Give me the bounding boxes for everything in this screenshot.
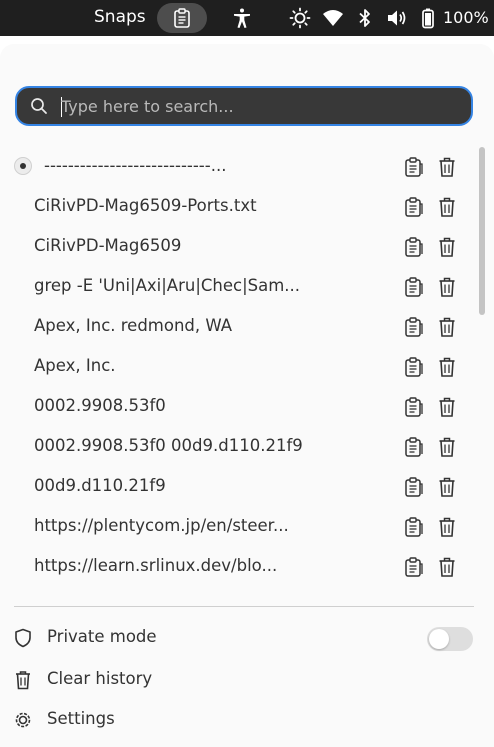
history-item[interactable]: CiRivPD-Mag6509 [0, 227, 480, 267]
copy-button[interactable] [401, 554, 427, 580]
history-item[interactable]: 0002.9908.53f0 [0, 387, 480, 427]
trash-icon [439, 357, 455, 377]
trash-icon [16, 671, 30, 690]
history-item-text: 0002.9908.53f0 [34, 396, 166, 415]
trash-icon [439, 517, 455, 537]
private-mode-toggle[interactable] [427, 627, 473, 651]
history-item-text: https://plentycom.jp/en/steer... [34, 516, 289, 535]
toggle-knob [429, 629, 449, 649]
delete-button[interactable] [434, 234, 460, 260]
delete-button[interactable] [434, 394, 460, 420]
copy-button[interactable] [401, 314, 427, 340]
delete-button[interactable] [434, 274, 460, 300]
delete-button[interactable] [434, 154, 460, 180]
bluetooth-icon[interactable] [354, 7, 376, 29]
trash-icon [439, 477, 455, 497]
app-name-label: Snaps [94, 7, 146, 27]
delete-button[interactable] [434, 194, 460, 220]
private-mode-label: Private mode [47, 627, 157, 646]
clipboard-popup: ----------------------------... CiRivPD-M… [0, 44, 494, 747]
copy-icon [405, 557, 423, 577]
history-item[interactable]: https://plentycom.jp/en/steer... [0, 507, 480, 547]
history-item[interactable]: Apex, Inc. redmond, WA [0, 307, 480, 347]
history-item[interactable]: ----------------------------... [0, 147, 480, 187]
history-item[interactable]: grep -E 'Uni|Axi|Aru|Chec|Sam... [0, 267, 480, 307]
history-list: ----------------------------... CiRivPD-M… [0, 147, 494, 599]
accessibility-icon[interactable] [231, 7, 253, 29]
copy-icon [405, 357, 423, 377]
copy-button[interactable] [401, 194, 427, 220]
copy-button[interactable] [401, 154, 427, 180]
history-item[interactable]: Apex, Inc. [0, 347, 480, 387]
brightness-icon[interactable] [289, 7, 311, 29]
trash-icon [439, 317, 455, 337]
history-item[interactable]: https://learn.srlinux.dev/blo... [0, 547, 480, 587]
history-item-text: ----------------------------... [44, 156, 227, 175]
history-item-text: CiRivPD-Mag6509-Ports.txt [34, 196, 257, 215]
battery-percent-label: 100% [443, 8, 489, 27]
search-box[interactable] [15, 86, 473, 126]
menu-divider [14, 606, 474, 607]
active-item-radio[interactable] [14, 157, 32, 175]
delete-button[interactable] [434, 314, 460, 340]
trash-icon [439, 277, 455, 297]
copy-button[interactable] [401, 274, 427, 300]
delete-button[interactable] [434, 514, 460, 540]
clear-history-button[interactable]: Clear history [0, 660, 494, 700]
battery-icon[interactable] [417, 7, 439, 29]
top-bar: Snaps 100% [0, 0, 494, 36]
copy-button[interactable] [401, 514, 427, 540]
copy-button[interactable] [401, 394, 427, 420]
settings-label: Settings [47, 709, 115, 728]
copy-button[interactable] [401, 354, 427, 380]
copy-button[interactable] [401, 234, 427, 260]
copy-icon [405, 197, 423, 217]
delete-button[interactable] [434, 474, 460, 500]
copy-icon [405, 517, 423, 537]
history-item[interactable]: 00d9.d110.21f9 [0, 467, 480, 507]
copy-icon [405, 157, 423, 177]
settings-button[interactable]: Settings [0, 700, 494, 740]
volume-icon[interactable] [386, 7, 408, 29]
history-item-text: https://learn.srlinux.dev/blo... [34, 556, 278, 575]
history-item[interactable]: 0002.9908.53f0 00d9.d110.21f9 [0, 427, 480, 467]
search-icon [31, 98, 47, 114]
trash-icon [439, 557, 455, 577]
clipboard-icon [174, 8, 190, 28]
history-item[interactable]: CiRivPD-Mag6509-Ports.txt [0, 187, 480, 227]
history-item-text: Apex, Inc. redmond, WA [34, 316, 233, 335]
search-input[interactable] [61, 93, 461, 119]
trash-icon [439, 237, 455, 257]
clipboard-indicator-button[interactable] [157, 3, 207, 33]
copy-button[interactable] [401, 434, 427, 460]
delete-button[interactable] [434, 434, 460, 460]
trash-icon [439, 157, 455, 177]
trash-icon [439, 197, 455, 217]
shield-icon [15, 628, 31, 648]
gear-icon [15, 712, 31, 728]
trash-icon [439, 397, 455, 417]
copy-icon [405, 237, 423, 257]
copy-icon [405, 317, 423, 337]
copy-icon [405, 277, 423, 297]
copy-button[interactable] [401, 474, 427, 500]
history-item-text: CiRivPD-Mag6509 [34, 236, 182, 255]
wifi-icon[interactable] [322, 7, 344, 29]
private-mode-row[interactable]: Private mode [0, 618, 494, 658]
history-item-text: 0002.9908.53f0 00d9.d110.21f9 [34, 436, 303, 455]
history-item-text: Apex, Inc. [34, 356, 116, 375]
delete-button[interactable] [434, 554, 460, 580]
copy-icon [405, 477, 423, 497]
history-item-text: 00d9.d110.21f9 [34, 476, 166, 495]
copy-icon [405, 437, 423, 457]
clear-history-label: Clear history [47, 669, 153, 688]
list-scrollbar[interactable] [479, 147, 485, 315]
delete-button[interactable] [434, 354, 460, 380]
trash-icon [439, 437, 455, 457]
copy-icon [405, 397, 423, 417]
history-item-text: grep -E 'Uni|Axi|Aru|Chec|Sam... [34, 276, 301, 295]
